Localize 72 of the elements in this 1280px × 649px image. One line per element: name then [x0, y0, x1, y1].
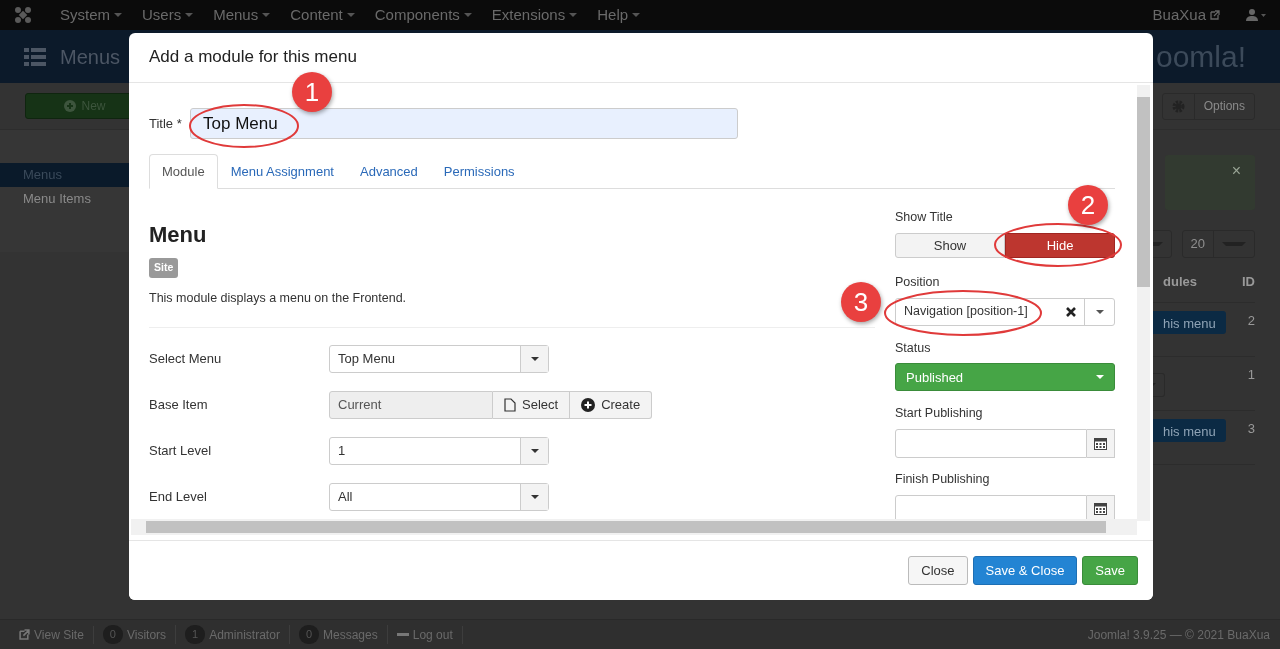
column-header: dules: [1163, 273, 1197, 291]
nav-menu-item[interactable]: Extensions: [481, 3, 588, 27]
plus-icon: [64, 100, 77, 112]
picker-button[interactable]: Create: [570, 390, 653, 419]
nav-menu-item[interactable]: Help: [587, 3, 651, 27]
table-cell-text: 1: [1247, 365, 1255, 384]
field-label: Start Publishing: [895, 405, 984, 423]
plus-icon: [581, 397, 596, 412]
user-icon[interactable]: [1246, 9, 1266, 21]
tab[interactable]: Menu Assignment: [217, 154, 347, 189]
nav-menu-item[interactable]: Menus: [203, 3, 281, 27]
save-close-button[interactable]: Save & Close: [972, 556, 1078, 585]
nav-menu-item[interactable]: Components: [364, 3, 482, 27]
external-link-icon: [19, 629, 30, 640]
file-icon: [504, 397, 516, 412]
tab[interactable]: Permissions: [430, 154, 528, 189]
toggle-option[interactable]: Show: [895, 232, 1005, 258]
tab[interactable]: Module: [149, 154, 218, 189]
field-label: End Level: [149, 487, 208, 506]
field-label: Finish Publishing: [895, 471, 991, 488]
position-select[interactable]: Navigation [position-1]: [895, 297, 1115, 326]
calendar-icon: [1094, 503, 1108, 516]
close-button[interactable]: Close: [908, 556, 968, 585]
modal-title: Add a module for this menu: [149, 47, 357, 68]
field-label: Select Menu: [149, 349, 223, 368]
status-link[interactable]: Log out: [412, 625, 453, 644]
status-link[interactable]: Administrator: [209, 625, 280, 644]
status-link[interactable]: Visitors: [126, 625, 167, 644]
calendar-button[interactable]: [1087, 429, 1115, 458]
picker-button[interactable]: Select: [493, 390, 571, 419]
module-description: This module displays a menu on the Frontend.: [149, 289, 407, 307]
tab[interactable]: Advanced: [347, 154, 431, 189]
select-field[interactable]: 1: [329, 436, 549, 465]
field-label: Position: [895, 273, 941, 291]
nav-menu-item[interactable]: Content: [280, 3, 365, 27]
horizontal-scrollbar[interactable]: [131, 519, 1137, 535]
save-button[interactable]: Save: [1082, 556, 1138, 585]
nav-menu-item[interactable]: System: [50, 3, 132, 27]
date-field[interactable]: [895, 429, 1088, 458]
field-label: Base Item: [149, 395, 209, 414]
input-field: Current: [329, 390, 493, 419]
site-badge: Site: [149, 258, 179, 278]
copyright-text: Joomla! 3.9.25 — © 2021 BuaXua: [1087, 626, 1270, 644]
sidebar-item[interactable]: Menu Items: [0, 187, 130, 211]
module-heading: Menu: [149, 221, 208, 249]
external-link-icon: [1210, 10, 1220, 20]
options-button[interactable]: Options: [1161, 92, 1255, 120]
logo-icon[interactable]: [14, 6, 32, 24]
field-label: Start Level: [149, 441, 213, 460]
field-label: Show Title: [895, 209, 954, 226]
page-title: Menus: [60, 44, 121, 70]
status-link[interactable]: View Site: [34, 625, 84, 644]
table-cell-text: 3: [1247, 419, 1255, 438]
limit-dropdown[interactable]: 20: [1181, 230, 1255, 258]
select-field[interactable]: Top Menu: [329, 344, 549, 373]
nav-menu-item[interactable]: Users: [132, 3, 204, 27]
minus-icon: [396, 632, 409, 637]
calendar-icon: [1094, 437, 1108, 450]
status-select[interactable]: Published: [895, 363, 1115, 392]
close-icon[interactable]: ×: [1231, 159, 1241, 183]
select-field[interactable]: All: [329, 482, 549, 511]
field-label: Title *: [149, 114, 182, 133]
close-icon[interactable]: [1066, 306, 1076, 317]
table-cell-text: 2: [1247, 311, 1255, 330]
column-header: ID: [1242, 273, 1255, 291]
vertical-scrollbar[interactable]: [1137, 85, 1150, 521]
user-link[interactable]: BuaXua: [1142, 3, 1216, 27]
field-label: Status: [895, 339, 932, 357]
menu-icon: [24, 47, 46, 66]
status-link[interactable]: Messages: [323, 625, 378, 644]
toggle-option[interactable]: Hide: [1005, 232, 1115, 258]
title-field[interactable]: Top Menu: [190, 108, 738, 139]
